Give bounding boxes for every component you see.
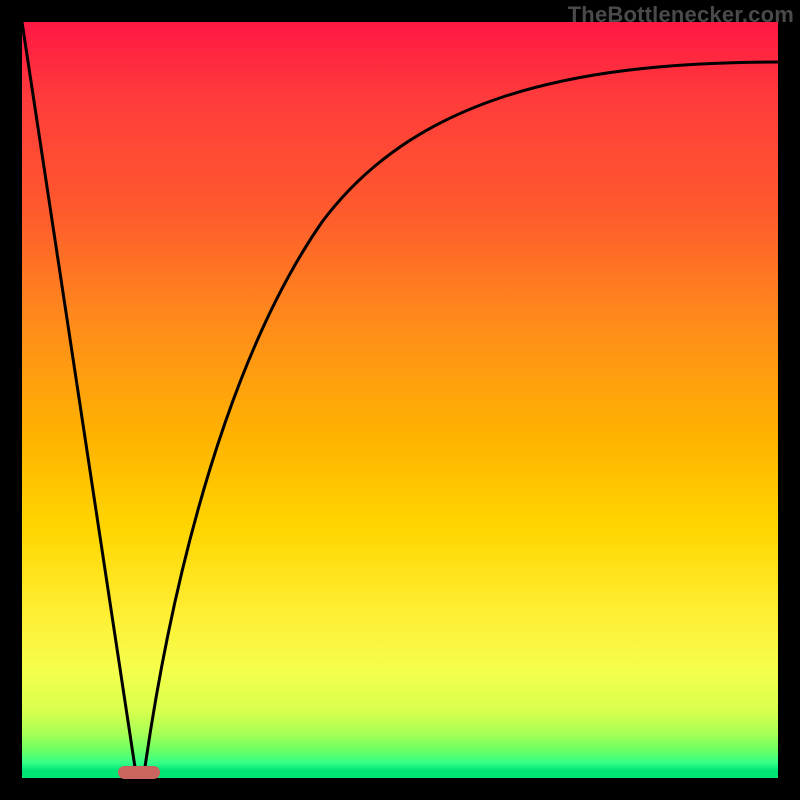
valley-marker-pill (118, 766, 160, 779)
curve-left-descent (22, 22, 136, 774)
curve-right-rise (144, 62, 778, 774)
watermark-text: TheBottlenecker.com (568, 2, 794, 28)
plot-area (22, 22, 778, 778)
bottleneck-curve (22, 22, 778, 778)
